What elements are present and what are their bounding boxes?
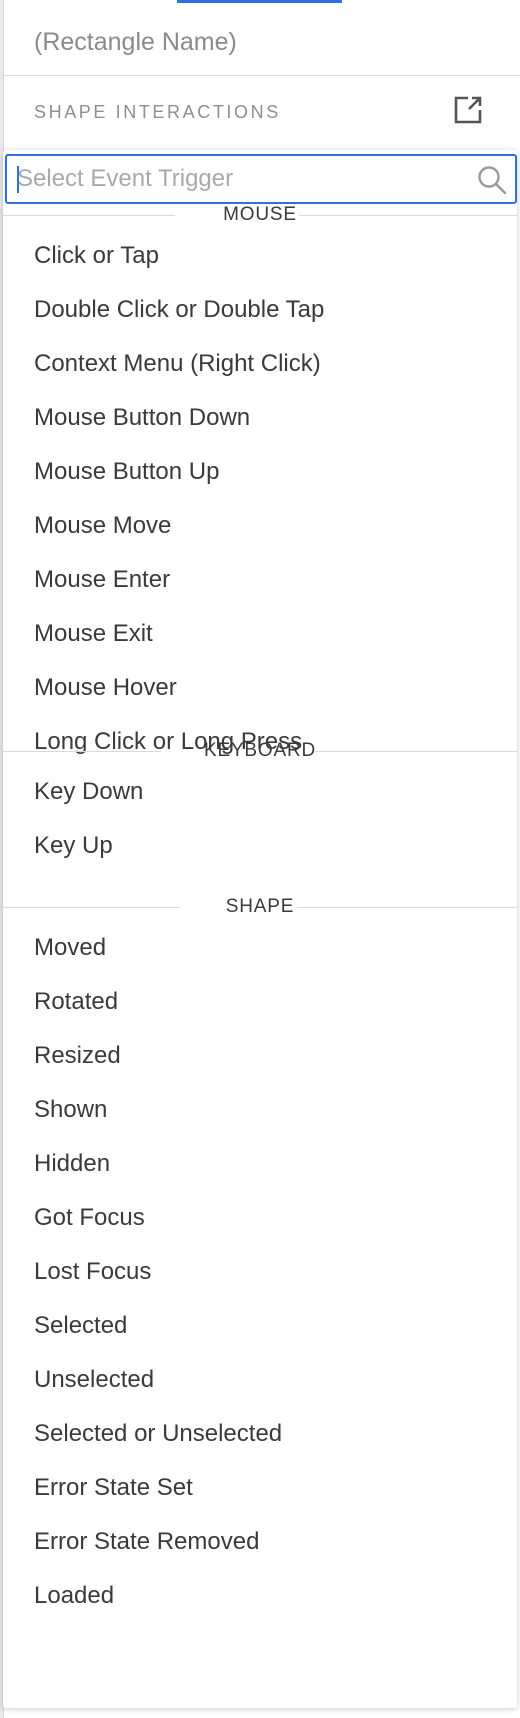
- event-option-label: Hidden: [34, 1150, 111, 1177]
- text-caret: [17, 166, 19, 193]
- event-option[interactable]: Hidden: [3, 1138, 517, 1192]
- event-option[interactable]: Mouse Hover: [3, 662, 517, 716]
- event-option[interactable]: Rotated: [3, 976, 517, 1030]
- event-option-label: Shown: [34, 1096, 108, 1123]
- event-option[interactable]: Context Menu (Right Click): [3, 338, 517, 392]
- event-option-label: Lost Focus: [34, 1258, 152, 1285]
- event-option-label: Key Down: [34, 778, 144, 805]
- event-option[interactable]: Lost Focus: [3, 1246, 517, 1300]
- event-option[interactable]: Click or Tap: [3, 230, 517, 284]
- event-option[interactable]: Double Click or Double Tap: [3, 284, 517, 338]
- event-option[interactable]: Mouse Exit: [3, 608, 517, 662]
- event-option-label: Mouse Button Up: [34, 458, 220, 485]
- event-option-label: Click or Tap: [34, 242, 159, 269]
- event-option-label: Error State Removed: [34, 1528, 260, 1555]
- event-option[interactable]: Got Focus: [3, 1192, 517, 1246]
- event-option[interactable]: Moved: [3, 922, 517, 976]
- event-option[interactable]: Selected or Unselected: [3, 1408, 517, 1462]
- event-option-label: Double Click or Double Tap: [34, 296, 325, 323]
- group-label: SHAPE: [225, 896, 295, 917]
- event-option[interactable]: Mouse Button Up: [3, 446, 517, 500]
- event-option[interactable]: Mouse Move: [3, 500, 517, 554]
- event-option-label: Mouse Button Down: [34, 404, 251, 431]
- event-option-label: Key Up: [34, 832, 113, 859]
- event-option-label: Unselected: [34, 1366, 155, 1393]
- event-option-label: Selected or Unselected: [34, 1420, 283, 1447]
- group-label: KEYBOARD: [204, 740, 316, 761]
- group-header-shape: SHAPE: [3, 892, 517, 922]
- shape-name-row[interactable]: (Rectangle Name): [4, 3, 520, 76]
- event-option[interactable]: Key Down: [3, 766, 517, 820]
- event-option-label: Got Focus: [34, 1204, 145, 1231]
- event-option-label: Mouse Enter: [34, 566, 171, 593]
- event-option[interactable]: Selected: [3, 1300, 517, 1354]
- group-header-keyboard: KEYBOARD: [3, 736, 517, 766]
- event-option-label: Mouse Hover: [34, 674, 177, 701]
- search-icon[interactable]: [476, 164, 508, 196]
- shape-interactions-header: SHAPE INTERACTIONS: [4, 76, 520, 148]
- event-option-label: Selected: [34, 1312, 128, 1339]
- event-option[interactable]: Mouse Button Down: [3, 392, 517, 446]
- event-option-label: Error State Set: [34, 1474, 193, 1501]
- event-option[interactable]: Error State Set: [3, 1462, 517, 1516]
- event-option[interactable]: Error State Removed: [3, 1516, 517, 1570]
- event-option[interactable]: Unselected: [3, 1354, 517, 1408]
- event-option[interactable]: Shown: [3, 1084, 517, 1138]
- event-option[interactable]: Key Up: [3, 820, 517, 874]
- event-option[interactable]: Resized: [3, 1030, 517, 1084]
- shape-name-placeholder[interactable]: (Rectangle Name): [34, 28, 237, 57]
- event-trigger-dropdown: MOUSE Click or Tap Double Click or Double …: [3, 150, 517, 1708]
- event-option[interactable]: Loaded: [3, 1570, 517, 1624]
- event-option-label: Moved: [34, 934, 107, 961]
- group-header-mouse: MOUSE: [3, 200, 517, 230]
- event-option-label: Mouse Move: [34, 512, 172, 539]
- event-trigger-search-input[interactable]: [15, 156, 467, 202]
- section-title: SHAPE INTERACTIONS: [34, 102, 281, 122]
- event-option-label: Context Menu (Right Click): [34, 350, 321, 377]
- event-option-label: Mouse Exit: [34, 620, 153, 647]
- event-option[interactable]: Mouse Enter: [3, 554, 517, 608]
- event-trigger-search[interactable]: [5, 154, 517, 204]
- event-option-label: Resized: [34, 1042, 121, 1069]
- external-link-icon[interactable]: [451, 93, 485, 127]
- group-label: MOUSE: [223, 204, 297, 225]
- event-option-label: Loaded: [34, 1582, 115, 1609]
- event-option-label: Rotated: [34, 988, 119, 1015]
